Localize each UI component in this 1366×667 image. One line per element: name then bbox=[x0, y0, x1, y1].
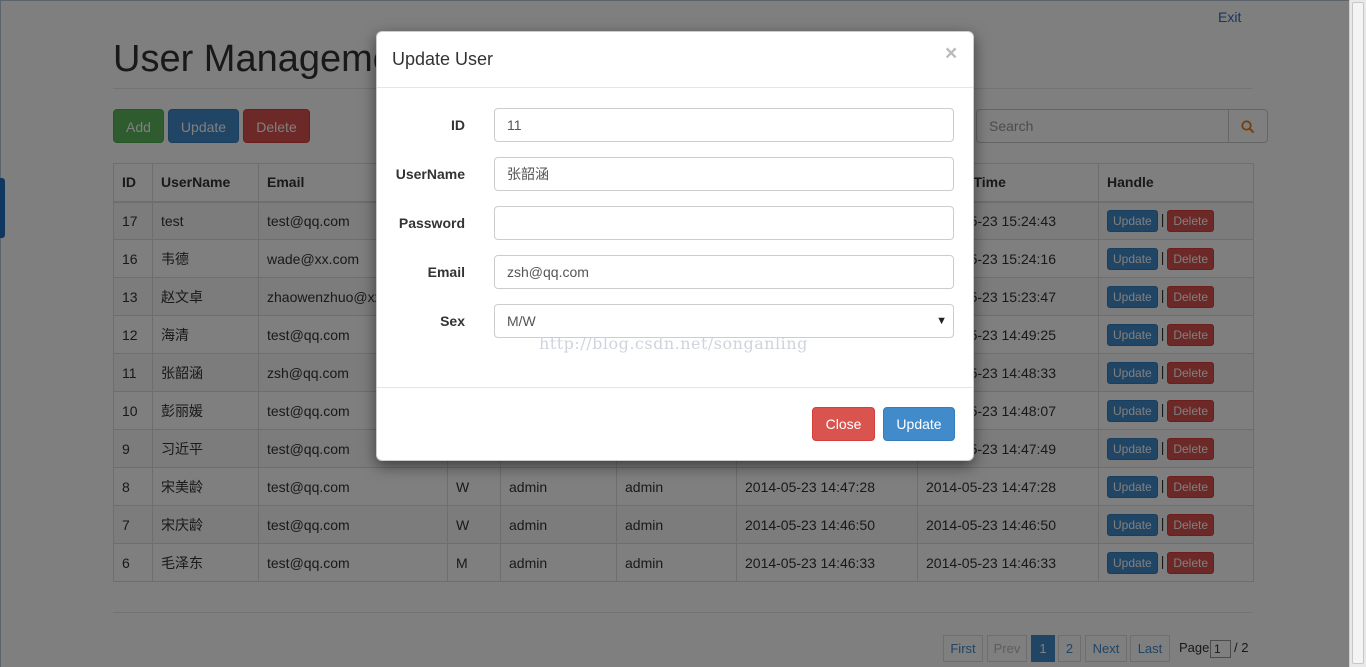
id-label: ID bbox=[451, 117, 465, 133]
scrollbar-thumb[interactable] bbox=[1352, 2, 1364, 664]
username-label: UserName bbox=[395, 166, 465, 182]
sex-label: Sex bbox=[440, 313, 465, 329]
sex-select-value: M/W bbox=[507, 313, 536, 329]
username-field[interactable]: 张韶涵 bbox=[494, 157, 954, 191]
close-icon[interactable]: × bbox=[945, 43, 957, 64]
password-label: Password bbox=[398, 215, 465, 231]
sex-select[interactable]: M/W ▼ bbox=[494, 304, 954, 338]
email-field[interactable]: zsh@qq.com bbox=[494, 255, 954, 289]
chevron-down-icon: ▼ bbox=[936, 315, 947, 327]
modal-close-button[interactable]: Close bbox=[812, 407, 875, 441]
email-label: Email bbox=[427, 264, 465, 280]
watermark-text: http://blog.csdn.net/songanling bbox=[539, 334, 808, 353]
modal-title: Update User bbox=[392, 49, 494, 69]
vertical-scrollbar[interactable] bbox=[1349, 0, 1366, 667]
update-user-modal: Update User × ID 11 UserName 张韶涵 Passwor… bbox=[376, 31, 974, 461]
modal-update-button[interactable]: Update bbox=[883, 407, 955, 441]
password-field[interactable] bbox=[494, 206, 954, 240]
modal-footer-divider bbox=[377, 387, 973, 388]
id-field[interactable]: 11 bbox=[494, 108, 954, 142]
modal-header-divider bbox=[377, 87, 973, 88]
